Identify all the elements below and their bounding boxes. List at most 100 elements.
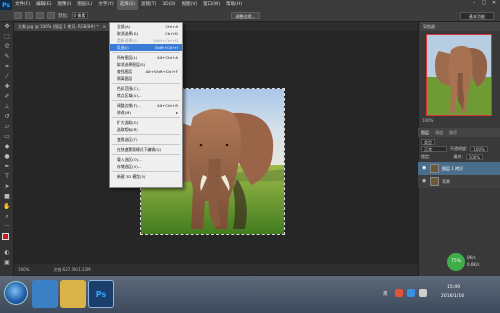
- menu-select[interactable]: 选择(S): [116, 0, 138, 10]
- menu-type[interactable]: 文字(Y): [95, 0, 116, 10]
- quick-mask-icon[interactable]: ◐: [0, 248, 14, 258]
- menu-image[interactable]: 图像(I): [54, 0, 74, 10]
- menu-edit[interactable]: 编辑(E): [33, 0, 54, 10]
- type-tool-icon[interactable]: T: [0, 172, 14, 182]
- menu-file[interactable]: 文件(F): [12, 0, 33, 10]
- select-menu-item[interactable]: 修改(M) ▸: [110, 109, 182, 116]
- menu-layer[interactable]: 图层(L): [74, 0, 95, 10]
- photoshop-logo: Ps: [0, 0, 12, 10]
- navigator-thumbnail[interactable]: [426, 34, 492, 116]
- opacity-input[interactable]: 100%: [470, 146, 488, 152]
- marquee-tool-icon[interactable]: ⬚: [0, 32, 14, 42]
- quick-select-tool-icon[interactable]: ✎: [0, 52, 14, 62]
- document-tab[interactable]: 大象.jpg @ 100% (图层 1 拷贝, RGB/8#) * ×: [14, 23, 110, 31]
- tab-paths[interactable]: 路径: [449, 128, 457, 137]
- zoom-tool-icon[interactable]: ⌕: [0, 212, 14, 222]
- path-select-tool-icon[interactable]: ➤: [0, 182, 14, 192]
- layer-row-selected[interactable]: ◉ 图层 1 拷贝: [418, 162, 500, 175]
- minimize-button[interactable]: –: [470, 0, 478, 7]
- refine-edge-button[interactable]: 调整边缘...: [230, 12, 261, 19]
- select-menu-item[interactable]: 隔离图层: [110, 75, 182, 82]
- crop-tool-icon[interactable]: ⌗: [0, 62, 14, 72]
- fill-input[interactable]: 100%: [465, 154, 484, 160]
- select-menu-item[interactable]: 扩大选取(G): [110, 119, 182, 126]
- color-swatches[interactable]: [0, 232, 13, 248]
- healing-tool-icon[interactable]: ✚: [0, 82, 14, 92]
- subtract-selection-icon[interactable]: [36, 12, 44, 19]
- stamp-tool-icon[interactable]: ⊥: [0, 102, 14, 112]
- select-menu-item[interactable]: 全部(A) Ctrl+A: [110, 23, 182, 30]
- edit-toolbar-icon[interactable]: ···: [0, 222, 14, 232]
- ime-indicator[interactable]: 英: [383, 291, 388, 297]
- lasso-tool-icon[interactable]: ᘓ: [0, 42, 14, 52]
- maximize-button[interactable]: □: [480, 0, 488, 7]
- blend-mode-select[interactable]: 正常: [421, 146, 447, 152]
- photoshop-taskbar-icon[interactable]: Ps: [88, 280, 114, 308]
- workspace-select[interactable]: 基本功能: [460, 12, 494, 20]
- foreground-color-swatch[interactable]: [2, 233, 9, 240]
- select-menu-item[interactable]: 新建 3D 模型(3): [110, 173, 182, 180]
- select-menu-item[interactable]: 所有图层(L) Alt+Ctrl+A: [110, 54, 182, 61]
- menu-help[interactable]: 帮助(H): [223, 0, 245, 10]
- layer-kind-select[interactable]: 类型: [421, 139, 435, 145]
- select-menu-item[interactable]: 取消选择(D) Ctrl+D: [110, 30, 182, 37]
- pen-tool-icon[interactable]: ✒: [0, 162, 14, 172]
- menu-3d[interactable]: 3D(D): [159, 0, 178, 10]
- select-menu-item[interactable]: 焦点区域(U)...: [110, 92, 182, 99]
- select-menu-item[interactable]: 变换选区(T): [110, 136, 182, 143]
- tray-app-icon[interactable]: [395, 289, 403, 297]
- menu-window[interactable]: 窗口(W): [200, 0, 223, 10]
- tray-network-icon[interactable]: [407, 289, 415, 297]
- select-menu-item[interactable]: 查找图层 Alt+Shift+Ctrl+F: [110, 68, 182, 75]
- add-selection-icon[interactable]: [25, 12, 33, 19]
- network-speed-widget[interactable]: 75% 0K/s 0.6K/s: [447, 253, 497, 273]
- dodge-tool-icon[interactable]: ●: [0, 152, 14, 162]
- start-button[interactable]: [4, 281, 28, 305]
- layer-name[interactable]: 图层 1 拷贝: [442, 166, 463, 172]
- visibility-eye-icon[interactable]: ◉: [422, 179, 427, 184]
- document-tab-title: 大象.jpg @ 100% (图层 1 拷贝, RGB/8#) *: [18, 24, 99, 29]
- clock-date[interactable]: 2016/1/16: [441, 294, 464, 299]
- tab-layers[interactable]: 图层: [421, 128, 429, 137]
- move-tool-icon[interactable]: ✥: [0, 22, 14, 32]
- select-menu-item[interactable]: 选取相似(R): [110, 126, 182, 133]
- history-brush-tool-icon[interactable]: ↺: [0, 112, 14, 122]
- navigator-header[interactable]: 导航器: [420, 22, 500, 31]
- eyedropper-tool-icon[interactable]: ⁄: [0, 72, 14, 82]
- intersect-selection-icon[interactable]: [47, 12, 55, 19]
- eraser-tool-icon[interactable]: ▱: [0, 122, 14, 132]
- tools-panel: ✥ ⬚ ᘓ ✎ ⌗ ⁄ ✚ ✐ ⊥ ↺ ▱ ▭ ◆ ● ✒ T ➤ ■ ✋ ⌕ …: [0, 22, 14, 276]
- shape-tool-icon[interactable]: ■: [0, 192, 14, 202]
- select-menu-item[interactable]: 取消选择图层(S): [110, 61, 182, 68]
- hand-tool-icon[interactable]: ✋: [0, 202, 14, 212]
- explorer-icon[interactable]: [60, 280, 86, 308]
- menu-separator: [112, 117, 180, 118]
- select-menu-item[interactable]: 载入选区(O)...: [110, 156, 182, 163]
- menu-filter[interactable]: 滤镜(T): [138, 0, 159, 10]
- close-tab-icon[interactable]: ×: [103, 23, 106, 31]
- menu-view[interactable]: 视图(V): [179, 0, 201, 10]
- select-menu-item[interactable]: 调整边缘(F)... Alt+Ctrl+R: [110, 102, 182, 109]
- feather-input[interactable]: 0 像素: [71, 12, 88, 19]
- layer-row[interactable]: ◉ 背景: [418, 175, 500, 188]
- tab-channels[interactable]: 通道: [435, 128, 443, 137]
- brush-tool-icon[interactable]: ✐: [0, 92, 14, 102]
- select-menu-item[interactable]: 在快速蒙版模式下编辑(Q): [110, 146, 182, 153]
- visibility-eye-icon[interactable]: ◉: [422, 166, 427, 171]
- select-menu-item[interactable]: 反选(I) Shift+Ctrl+I: [110, 44, 182, 51]
- clock-time[interactable]: 15:49: [447, 285, 460, 290]
- layer-name[interactable]: 背景: [442, 179, 450, 185]
- blur-tool-icon[interactable]: ◆: [0, 142, 14, 152]
- screen-mode-icon[interactable]: ▣: [0, 258, 14, 268]
- ie-icon[interactable]: [32, 280, 58, 308]
- new-selection-icon[interactable]: [14, 12, 22, 19]
- close-button[interactable]: ✕: [490, 0, 498, 7]
- select-menu-item[interactable]: 重新选择(E) Shift+Ctrl+D: [110, 37, 182, 44]
- select-menu-item[interactable]: 存储选区(V)...: [110, 163, 182, 170]
- zoom-level[interactable]: 100%: [18, 267, 29, 272]
- volume-icon[interactable]: [419, 289, 427, 297]
- gradient-tool-icon[interactable]: ▭: [0, 132, 14, 142]
- document-info[interactable]: 文档:627.5K/1.22M: [53, 267, 90, 273]
- navigator-zoom[interactable]: 100%: [418, 117, 500, 125]
- select-menu-item[interactable]: 色彩范围(C)...: [110, 85, 182, 92]
